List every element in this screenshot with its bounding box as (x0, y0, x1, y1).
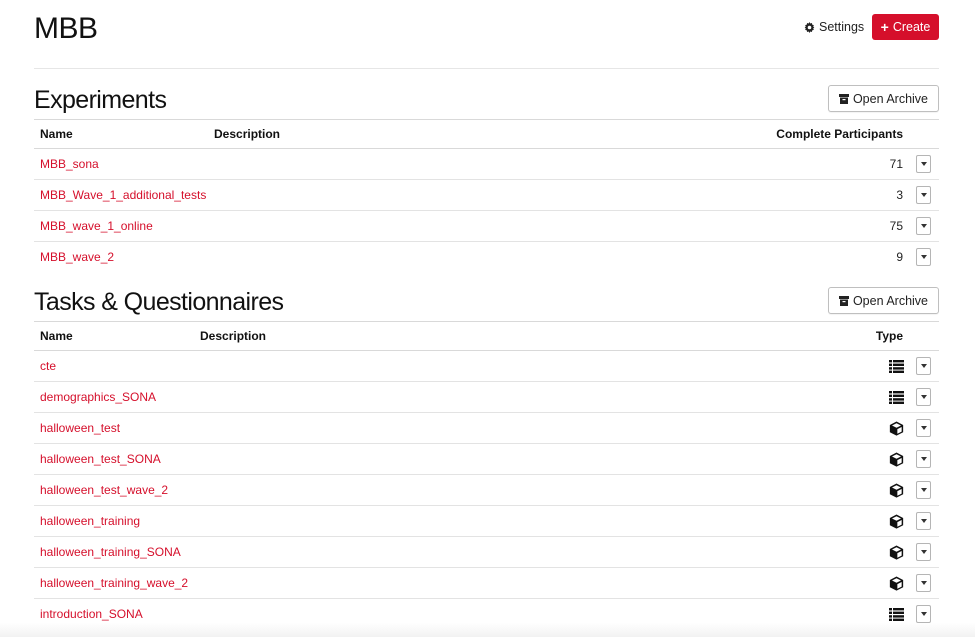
table-row: cte (34, 351, 939, 382)
column-participants: Complete Participants (776, 127, 903, 141)
row-dropdown-button[interactable] (916, 155, 931, 173)
column-name: Name (40, 127, 73, 141)
table-row: halloween_training_wave_2 (34, 568, 939, 599)
experiments-table-header: Name Description Complete Participants (34, 119, 939, 149)
archive-icon (838, 93, 849, 104)
row-dropdown-button[interactable] (916, 419, 931, 437)
tasks-table-body: cte demographics_SONA halloween_testhallow… (34, 351, 939, 629)
cube-icon (889, 421, 904, 436)
bottom-fade (0, 623, 975, 637)
experiment-link[interactable]: MBB_sona (40, 157, 99, 171)
task-link[interactable]: introduction_SONA (40, 607, 143, 621)
top-bar: MBB Settings + Create (34, 0, 939, 69)
column-description: Description (214, 127, 281, 141)
table-row: halloween_training_SONA (34, 537, 939, 568)
experiments-table-body: MBB_sona 71 MBB_Wave_1_additional_tests … (34, 149, 939, 272)
task-link[interactable]: halloween_test (40, 421, 120, 435)
table-row: MBB_wave_2 9 (34, 242, 939, 272)
cube-icon (889, 483, 904, 498)
page-title: MBB (34, 12, 98, 45)
list-icon (889, 390, 904, 404)
task-link[interactable]: halloween_training_wave_2 (40, 576, 188, 590)
row-dropdown-button[interactable] (916, 388, 931, 406)
column-description: Description (200, 329, 267, 343)
experiment-link[interactable]: MBB_wave_1_online (40, 219, 153, 233)
open-archive-label: Open Archive (852, 91, 928, 106)
tasks-open-archive-button[interactable]: Open Archive (827, 287, 939, 314)
list-icon (889, 359, 904, 373)
participant-count: 3 (896, 188, 903, 202)
experiments-header: Experiments Open Archive (34, 85, 939, 119)
tasks-header: Tasks & Questionnaires Open Archive (34, 287, 939, 321)
row-dropdown-button[interactable] (916, 217, 931, 235)
experiment-link[interactable]: MBB_Wave_1_additional_tests (40, 188, 206, 202)
cube-icon (889, 545, 904, 560)
cube-icon (889, 452, 904, 467)
settings-label: Settings (819, 20, 865, 34)
settings-link[interactable]: Settings (804, 20, 864, 34)
table-row: MBB_wave_1_online 75 (34, 211, 939, 242)
task-link[interactable]: demographics_SONA (40, 390, 156, 404)
column-name: Name (40, 329, 73, 343)
experiments-title: Experiments (34, 86, 167, 114)
plus-icon: + (880, 19, 889, 35)
tasks-section: Tasks & Questionnaires Open Archive Name… (34, 287, 939, 629)
table-row: demographics_SONA (34, 382, 939, 413)
experiments-open-archive-button[interactable]: Open Archive (827, 85, 939, 112)
task-link[interactable]: cte (40, 359, 56, 373)
tasks-table-header: Name Description Type (34, 321, 939, 351)
task-link[interactable]: halloween_test_SONA (40, 452, 161, 466)
page: MBB Settings + Create Experiments Open A… (34, 0, 939, 623)
row-dropdown-button[interactable] (916, 186, 931, 204)
task-link[interactable]: halloween_training_SONA (40, 545, 181, 559)
experiments-section: Experiments Open Archive Name Descriptio… (34, 85, 939, 272)
row-dropdown-button[interactable] (916, 512, 931, 530)
experiment-link[interactable]: MBB_wave_2 (40, 250, 114, 264)
table-row: MBB_Wave_1_additional_tests 3 (34, 180, 939, 211)
table-row: halloween_test (34, 413, 939, 444)
list-icon (889, 607, 904, 621)
open-archive-label: Open Archive (852, 293, 928, 308)
row-dropdown-button[interactable] (916, 543, 931, 561)
create-label: Create (892, 20, 931, 34)
table-row: halloween_training (34, 506, 939, 537)
table-row: MBB_sona 71 (34, 149, 939, 180)
participant-count: 75 (889, 219, 903, 233)
row-dropdown-button[interactable] (916, 357, 931, 375)
participant-count: 9 (896, 250, 903, 264)
row-dropdown-button[interactable] (916, 605, 931, 623)
table-row: halloween_test_SONA (34, 444, 939, 475)
row-dropdown-button[interactable] (916, 574, 931, 592)
tasks-title: Tasks & Questionnaires (34, 288, 284, 316)
task-link[interactable]: halloween_training (40, 514, 140, 528)
cube-icon (889, 514, 904, 529)
gear-icon (804, 21, 815, 33)
task-link[interactable]: halloween_test_wave_2 (40, 483, 168, 497)
table-row: halloween_test_wave_2 (34, 475, 939, 506)
column-type: Type (875, 329, 903, 343)
row-dropdown-button[interactable] (916, 450, 931, 468)
cube-icon (889, 576, 904, 591)
archive-icon (838, 295, 849, 306)
create-button[interactable]: + Create (872, 14, 939, 40)
participant-count: 71 (889, 157, 903, 171)
row-dropdown-button[interactable] (916, 248, 931, 266)
row-dropdown-button[interactable] (916, 481, 931, 499)
